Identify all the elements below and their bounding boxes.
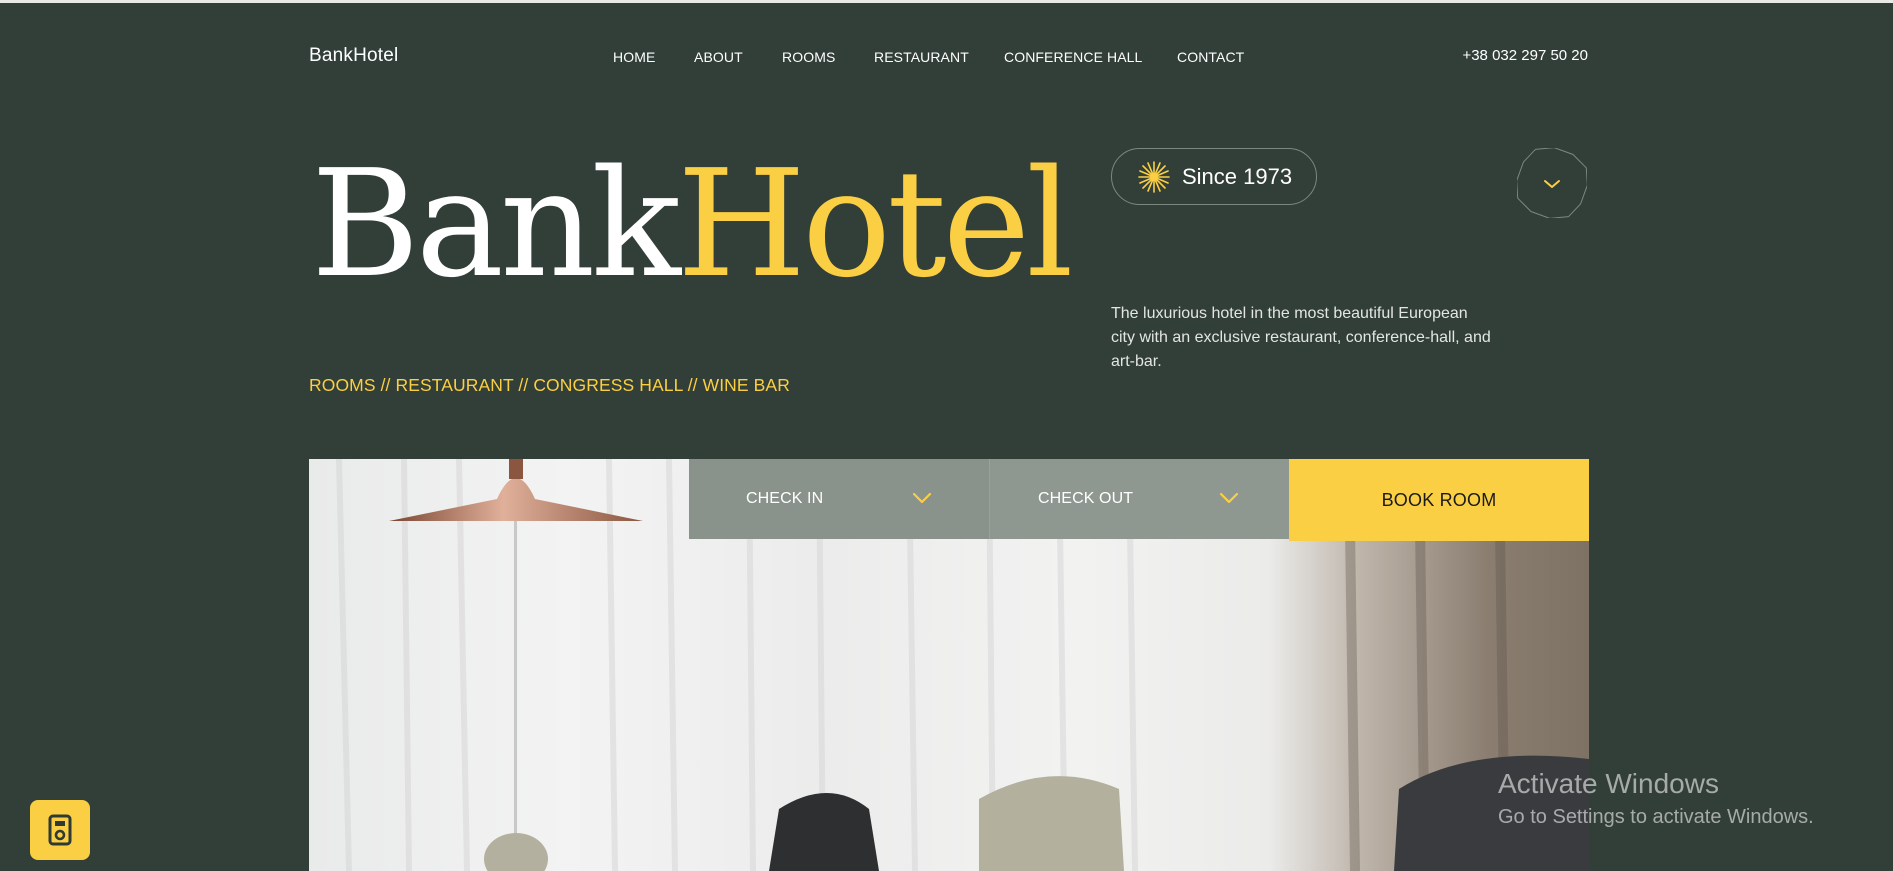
nav-conference-hall[interactable]: CONFERENCE HALL — [1004, 49, 1142, 65]
chevron-down-icon — [912, 492, 932, 504]
check-in-label: CHECK IN — [746, 490, 824, 507]
speaker-icon — [48, 814, 72, 846]
chevron-down-icon — [1219, 492, 1239, 504]
windows-activation-subtitle: Go to Settings to activate Windows. — [1498, 806, 1814, 828]
scroll-down-button[interactable] — [1516, 147, 1588, 219]
window-top-border — [0, 0, 1893, 3]
windows-activation-title: Activate Windows — [1498, 768, 1719, 799]
hero-description: The luxurious hotel in the most beautifu… — [1111, 305, 1491, 370]
booking-bar: CHECK IN CHECK OUT BOOK ROOM — [689, 459, 1589, 541]
nav-contact[interactable]: CONTACT — [1177, 49, 1244, 65]
book-room-label: BOOK ROOM — [1381, 489, 1497, 510]
nav-restaurant[interactable]: RESTAURANT — [874, 49, 969, 65]
check-out-select[interactable]: CHECK OUT — [989, 459, 1289, 539]
hero-title-bank: Bank — [311, 138, 681, 310]
nav-home[interactable]: HOME — [613, 49, 655, 65]
since-badge: Since 1973 — [1111, 148, 1317, 205]
sparkle-icon — [1138, 160, 1170, 193]
nav-rooms[interactable]: ROOMS — [782, 49, 835, 65]
book-room-button[interactable]: BOOK ROOM — [1289, 459, 1589, 541]
speaker-widget-button[interactable] — [30, 800, 90, 860]
check-in-select[interactable]: CHECK IN — [689, 459, 989, 539]
nav-about[interactable]: ABOUT — [694, 49, 743, 65]
hero-tagline: ROOMS // RESTAURANT // CONGRESS HALL // … — [309, 375, 790, 395]
since-text: Since 1973 — [1182, 163, 1293, 189]
check-out-label: CHECK OUT — [1038, 490, 1134, 507]
hero-title: BankHotel — [311, 150, 1074, 298]
main-nav: HOME ABOUT ROOMS RESTAURANT CONFERENCE H… — [0, 49, 1893, 65]
chevron-down-icon — [1544, 180, 1560, 188]
phone-number[interactable]: +38 032 297 50 20 — [1462, 47, 1588, 64]
hero-title-hotel: Hotel — [677, 138, 1074, 310]
